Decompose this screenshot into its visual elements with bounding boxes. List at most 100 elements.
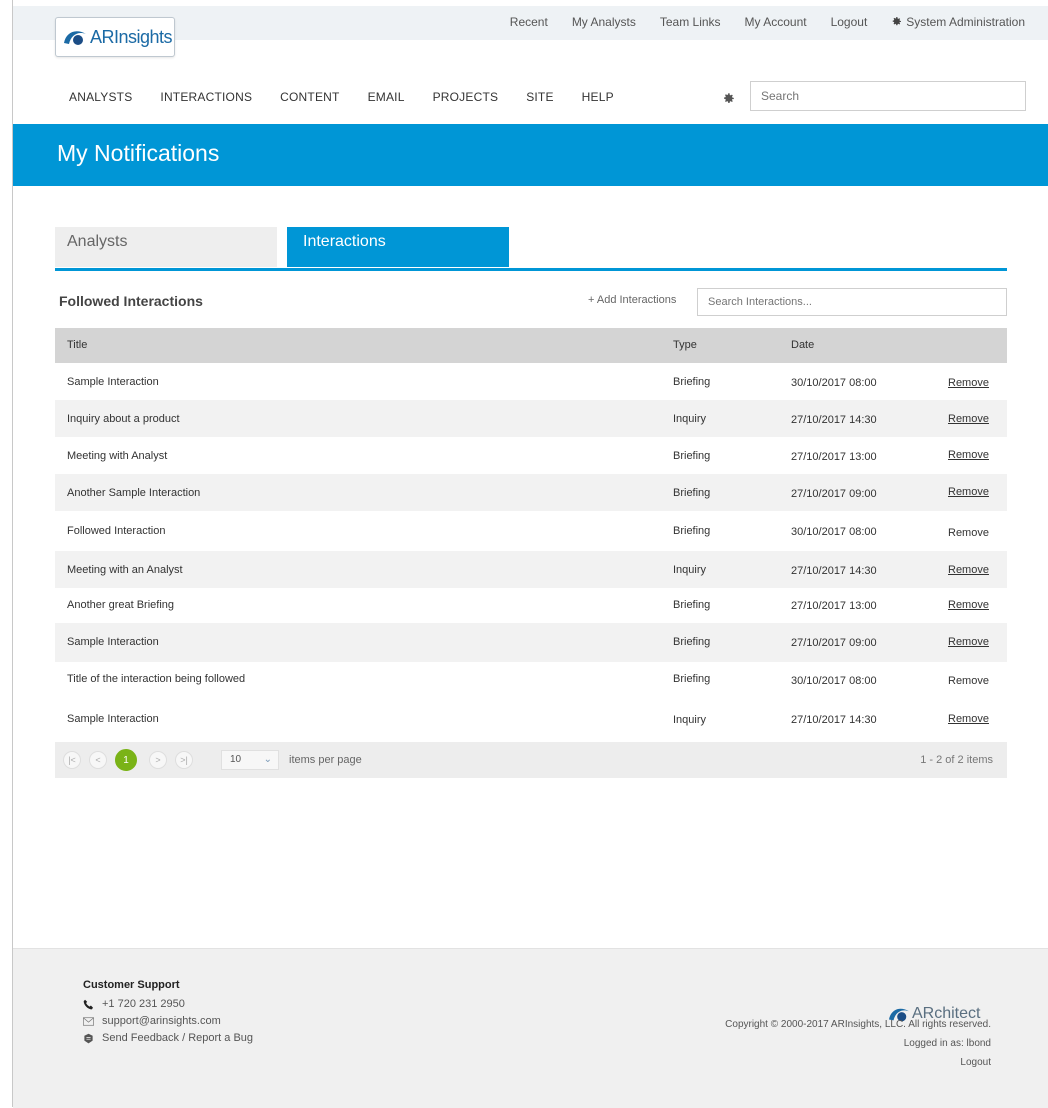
my-analysts-link[interactable]: My Analysts: [572, 15, 636, 29]
remove-link[interactable]: Remove: [948, 377, 989, 389]
row-type: Inquiry: [673, 413, 707, 425]
row-date: 27/10/2017 14:30: [791, 565, 877, 577]
tab-interactions[interactable]: Interactions: [287, 227, 509, 267]
row-date: 27/10/2017 09:00: [791, 488, 877, 500]
remove-link[interactable]: Remove: [948, 636, 989, 648]
nav-content[interactable]: CONTENT: [280, 90, 339, 104]
logo-text: ARInsights: [90, 26, 173, 47]
nav-analysts[interactable]: ANALYSTS: [69, 90, 132, 104]
row-date: 27/10/2017 14:30: [791, 714, 877, 726]
page-banner: My Notifications: [13, 124, 1048, 186]
add-interactions-link[interactable]: + Add Interactions: [588, 294, 676, 306]
nav-help[interactable]: HELP: [582, 90, 614, 104]
row-type: Briefing: [673, 599, 711, 611]
recent-link[interactable]: Recent: [510, 15, 548, 29]
nav-interactions[interactable]: INTERACTIONS: [160, 90, 252, 104]
footer-logout-link[interactable]: Logout: [960, 1057, 991, 1068]
section-title: Followed Interactions: [59, 293, 203, 309]
table-row: Sample Interaction Briefing 30/10/2017 0…: [55, 363, 1007, 400]
row-title: Meeting with Analyst: [67, 450, 168, 462]
footer: Customer Support +1 720 231 2950 support…: [13, 948, 1048, 1108]
support-email[interactable]: support@arinsights.com: [83, 1015, 221, 1027]
column-title[interactable]: Title: [67, 339, 87, 351]
remove-link[interactable]: Remove: [948, 413, 989, 425]
support-email-text: support@arinsights.com: [102, 1015, 221, 1027]
pagination-info: 1 - 2 of 2 items: [920, 754, 993, 766]
settings-gear-icon[interactable]: [722, 92, 735, 105]
row-date: 27/10/2017 14:30: [791, 414, 877, 426]
row-title: Title of the interaction being followed: [67, 673, 246, 685]
gear-icon: [893, 17, 902, 26]
remove-link[interactable]: Remove: [948, 599, 989, 611]
row-type: Briefing: [673, 673, 711, 685]
main-navigation: ANALYSTS INTERACTIONS CONTENT EMAIL PROJ…: [69, 90, 642, 104]
table-header: Title Type Date: [55, 328, 1007, 363]
row-date: 27/10/2017 09:00: [791, 637, 877, 649]
phone-icon: [83, 999, 93, 1009]
remove-link[interactable]: Remove: [948, 527, 989, 539]
nav-site[interactable]: SITE: [526, 90, 553, 104]
remove-link[interactable]: Remove: [948, 675, 989, 687]
next-page-button[interactable]: >: [149, 751, 167, 769]
nav-email[interactable]: EMAIL: [368, 90, 405, 104]
items-per-page-select[interactable]: 10 ⌄: [221, 750, 279, 770]
search-interactions-input[interactable]: [697, 288, 1007, 316]
remove-link[interactable]: Remove: [948, 486, 989, 498]
row-title: Another great Briefing: [67, 599, 175, 611]
table-row: Title of the interaction being followed …: [55, 662, 1007, 701]
table-row: Another great Briefing Briefing 27/10/20…: [55, 588, 1007, 623]
system-administration-label: System Administration: [906, 15, 1025, 29]
last-page-button[interactable]: >|: [175, 751, 193, 769]
table-row: Meeting with an Analyst Inquiry 27/10/20…: [55, 551, 1007, 588]
row-title: Sample Interaction: [67, 713, 159, 725]
send-feedback-link[interactable]: Send Feedback / Report a Bug: [83, 1032, 253, 1044]
envelope-icon: [83, 1016, 94, 1026]
send-feedback-text: Send Feedback / Report a Bug: [102, 1032, 254, 1044]
row-type: Briefing: [673, 487, 711, 499]
nav-projects[interactable]: PROJECTS: [433, 90, 499, 104]
row-title: Meeting with an Analyst: [67, 564, 183, 576]
column-date[interactable]: Date: [791, 339, 814, 351]
support-phone: +1 720 231 2950: [83, 998, 185, 1010]
row-date: 27/10/2017 13:00: [791, 451, 877, 463]
row-type: Briefing: [673, 376, 711, 388]
first-page-button[interactable]: |<: [63, 751, 81, 769]
table-row: Sample Interaction Inquiry 27/10/2017 14…: [55, 701, 1007, 740]
copyright-text: Copyright © 2000-2017 ARInsights, LLC. A…: [725, 1019, 991, 1030]
row-title: Inquiry about a product: [67, 413, 180, 425]
tab-underline: [55, 268, 1007, 271]
chevron-down-icon: ⌄: [263, 754, 272, 765]
page-1-button[interactable]: 1: [115, 749, 137, 771]
team-links-link[interactable]: Team Links: [660, 15, 721, 29]
row-type: Briefing: [673, 636, 711, 648]
tab-bar: Analysts Interactions: [55, 227, 1007, 271]
table-row: Inquiry about a product Inquiry 27/10/20…: [55, 400, 1007, 437]
top-links: Recent My Analysts Team Links My Account…: [486, 15, 1025, 29]
row-title: Followed Interaction: [67, 525, 166, 537]
pagination-bar: |< < 1 > >| 10 ⌄ items per page 1 - 2 of…: [55, 742, 1007, 778]
items-per-page-value: 10: [230, 754, 242, 765]
tab-analysts[interactable]: Analysts: [55, 227, 277, 267]
remove-link[interactable]: Remove: [948, 564, 989, 576]
row-date: 30/10/2017 08:00: [791, 526, 877, 538]
remove-link[interactable]: Remove: [948, 449, 989, 461]
table-row: Followed Interaction Briefing 30/10/2017…: [55, 511, 1007, 551]
row-title: Another Sample Interaction: [67, 487, 201, 499]
system-administration-link[interactable]: System Administration: [891, 15, 1025, 29]
page-title: My Notifications: [57, 140, 220, 166]
logout-link[interactable]: Logout: [831, 15, 868, 29]
feedback-icon: [84, 1033, 93, 1043]
row-type: Inquiry: [673, 714, 707, 726]
prev-page-button[interactable]: <: [89, 751, 107, 769]
table-row: Another Sample Interaction Briefing 27/1…: [55, 474, 1007, 511]
global-search-input[interactable]: [750, 81, 1026, 111]
table-row: Sample Interaction Briefing 27/10/2017 0…: [55, 623, 1007, 662]
my-account-link[interactable]: My Account: [745, 15, 807, 29]
row-date: 30/10/2017 08:00: [791, 675, 877, 687]
remove-link[interactable]: Remove: [948, 713, 989, 725]
row-date: 30/10/2017 08:00: [791, 377, 877, 389]
arinsights-logo[interactable]: ARInsights: [55, 17, 175, 57]
row-type: Briefing: [673, 525, 711, 537]
logged-in-text: Logged in as: lbond: [903, 1038, 991, 1049]
column-type[interactable]: Type: [673, 339, 697, 351]
